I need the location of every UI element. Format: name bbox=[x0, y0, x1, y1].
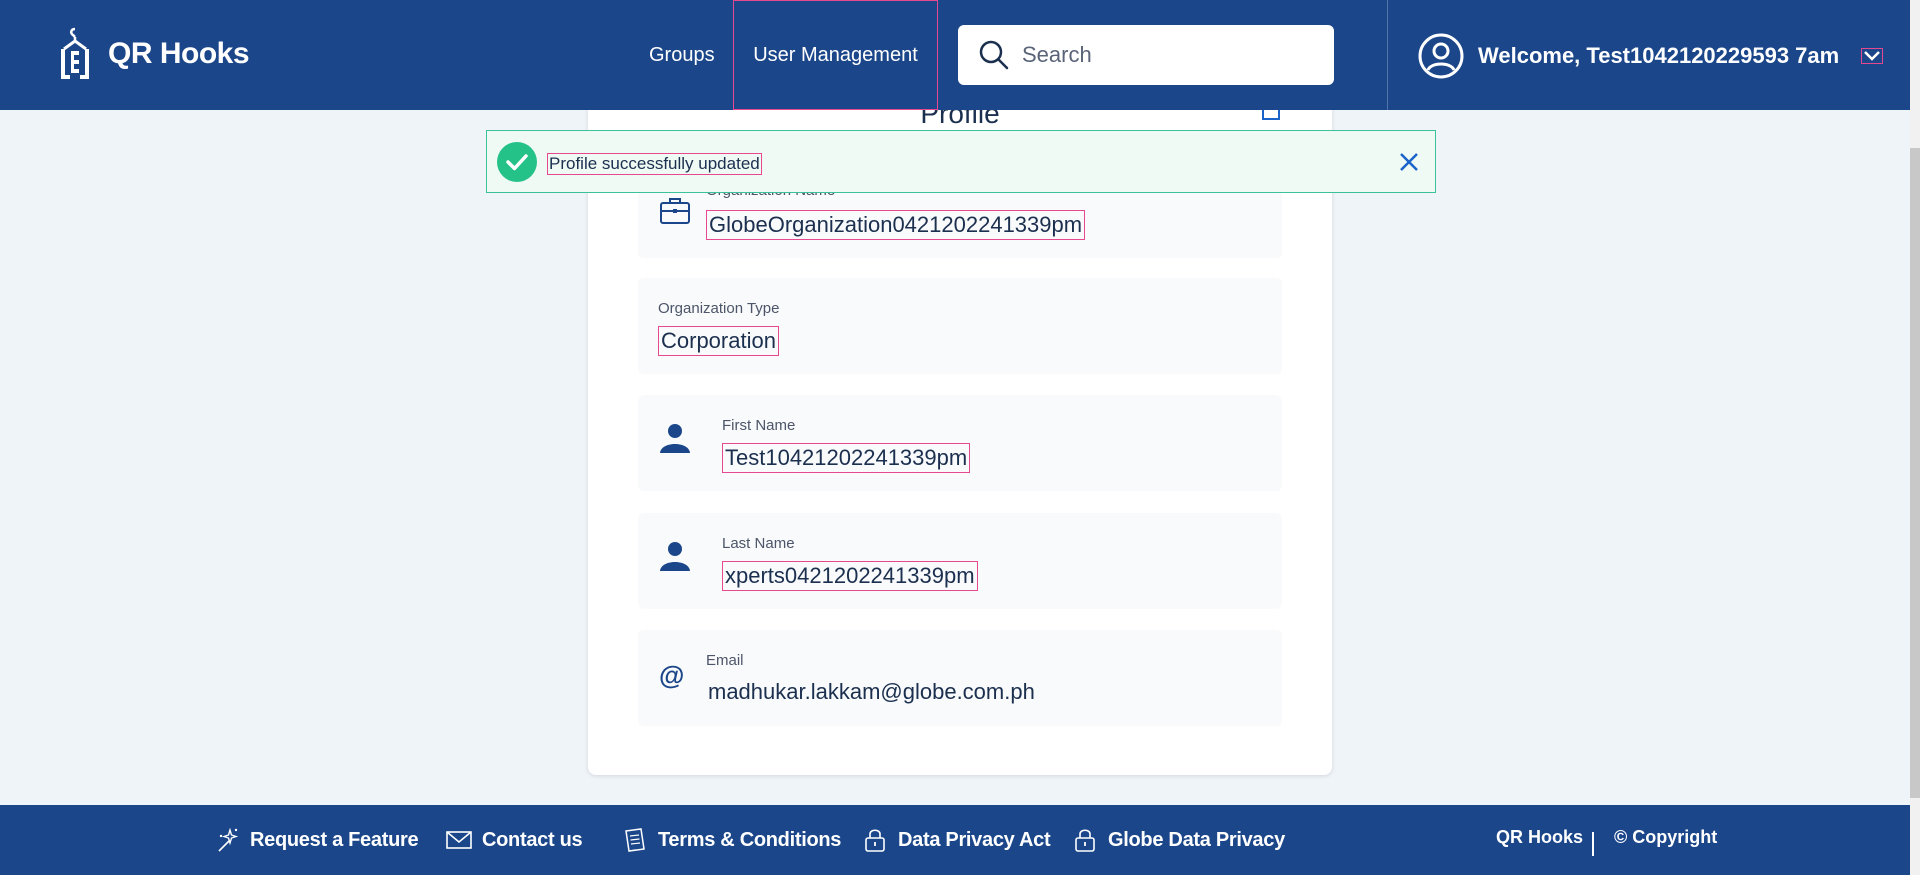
mail-icon bbox=[446, 831, 472, 849]
welcome-text: Welcome, Test1042120229593 7am bbox=[1478, 43, 1840, 68]
search-box[interactable] bbox=[958, 25, 1334, 85]
first-name-field: First Name Test10421202241339pm bbox=[638, 395, 1282, 491]
search-icon bbox=[979, 40, 1009, 70]
app-logo[interactable]: QR Hooks bbox=[58, 26, 250, 82]
user-avatar-icon bbox=[1418, 33, 1464, 79]
toast-message: Profile successfully updated bbox=[547, 153, 762, 175]
last-name-label: Last Name bbox=[722, 535, 795, 552]
footer-globe-privacy[interactable]: Globe Data Privacy bbox=[1072, 827, 1285, 853]
top-navbar: QR Hooks Groups User Management Welcome,… bbox=[0, 0, 1910, 110]
last-name-field: Last Name xperts0421202241339pm bbox=[638, 513, 1282, 609]
email-field: @ Email madhukar.lakkam@globe.com.ph bbox=[638, 630, 1282, 726]
first-name-label: First Name bbox=[722, 417, 796, 434]
lock-icon bbox=[865, 829, 885, 852]
app-name: QR Hooks bbox=[108, 37, 250, 70]
scrollbar-thumb[interactable] bbox=[1910, 148, 1920, 798]
success-toast: Profile successfully updated bbox=[486, 130, 1436, 193]
email-label: Email bbox=[706, 652, 744, 669]
footer-globe-privacy-label: Globe Data Privacy bbox=[1108, 828, 1285, 851]
organization-type-field: Organization Type Corporation bbox=[638, 278, 1282, 374]
first-name-value: Test10421202241339pm bbox=[722, 443, 971, 473]
user-menu-toggle[interactable] bbox=[1861, 48, 1884, 64]
organization-type-label: Organization Type bbox=[658, 300, 780, 317]
check-circle-icon bbox=[497, 142, 537, 182]
footer-brand[interactable]: QR Hooks bbox=[1496, 827, 1583, 848]
organization-name-value: GlobeOrganization0421202241339pm bbox=[706, 210, 1086, 240]
person-icon bbox=[660, 424, 690, 453]
footer-contact-us[interactable]: Contact us bbox=[446, 827, 583, 853]
svg-text:@: @ bbox=[659, 660, 684, 690]
footer-terms-label: Terms & Conditions bbox=[658, 828, 842, 851]
footer-divider bbox=[1592, 832, 1594, 856]
footer-request-feature-label: Request a Feature bbox=[250, 828, 419, 851]
header-divider bbox=[1387, 0, 1388, 110]
footer-data-privacy-label: Data Privacy Act bbox=[898, 828, 1051, 851]
at-sign-icon: @ bbox=[659, 660, 684, 690]
close-icon[interactable] bbox=[1398, 151, 1420, 173]
footer-terms[interactable]: Terms & Conditions bbox=[622, 827, 841, 853]
footer: Request a Feature Contact us Terms & Con… bbox=[0, 805, 1910, 875]
qr-hooks-logo-icon bbox=[61, 27, 89, 79]
email-value: madhukar.lakkam@globe.com.ph bbox=[708, 679, 1035, 704]
lock-icon bbox=[1075, 829, 1095, 852]
briefcase-icon bbox=[660, 198, 690, 224]
last-name-value: xperts0421202241339pm bbox=[722, 561, 978, 591]
search-input[interactable] bbox=[1022, 42, 1322, 68]
footer-data-privacy[interactable]: Data Privacy Act bbox=[862, 827, 1051, 853]
chevron-down-icon bbox=[1864, 51, 1881, 61]
nav-groups[interactable]: Groups bbox=[649, 0, 715, 110]
organization-type-value: Corporation bbox=[658, 326, 779, 356]
footer-contact-us-label: Contact us bbox=[482, 828, 583, 851]
footer-request-feature[interactable]: Request a Feature bbox=[214, 827, 419, 853]
person-icon bbox=[660, 542, 690, 571]
sparkle-icon bbox=[218, 827, 239, 852]
user-menu[interactable]: Welcome, Test1042120229593 7am bbox=[1418, 33, 1884, 79]
footer-copyright: © Copyright bbox=[1614, 827, 1718, 847]
document-icon bbox=[625, 828, 645, 852]
nav-user-management[interactable]: User Management bbox=[733, 0, 938, 110]
